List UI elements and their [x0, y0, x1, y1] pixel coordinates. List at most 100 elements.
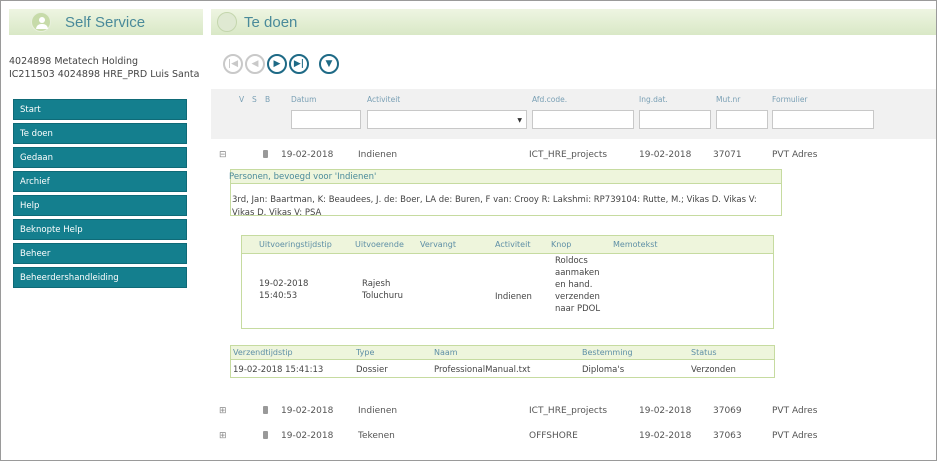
- history-panel: Uitvoeringstijdstip Uitvoerende Vervangt…: [241, 235, 774, 329]
- cell-datum: 19-02-2018: [281, 150, 334, 160]
- filter-formulier-input[interactable]: [772, 110, 874, 129]
- history-col-memotekst: Memotekst: [613, 240, 658, 249]
- history-knop-line: naar PDOL: [555, 304, 601, 314]
- dispatch-naam[interactable]: ProfessionalManual.txt: [434, 364, 530, 376]
- col-datum-header[interactable]: Datum: [291, 95, 316, 104]
- dispatch-type: Dossier: [356, 365, 388, 375]
- history-uitvoerende-last: Toluchuru: [362, 291, 404, 301]
- dispatch-col-type: Type: [356, 348, 375, 357]
- nav-item-te-doen[interactable]: Te doen: [13, 123, 187, 144]
- pager-toolbar: |◀ ◀ ▶ ▶| ▼: [223, 54, 339, 74]
- last-page-icon[interactable]: ▶|: [289, 54, 309, 74]
- dispatch-bestemming: Diploma's: [582, 365, 625, 375]
- history-col-tijdstip: Uitvoeringstijdstip: [259, 240, 332, 249]
- history-uitvoerende: Rajesh Toluchuru: [362, 278, 403, 302]
- col-v-header[interactable]: V: [239, 95, 244, 104]
- cell-mutnr: 37069: [713, 406, 742, 416]
- first-page-icon[interactable]: |◀: [223, 54, 243, 74]
- chevron-down-icon: ▼: [517, 117, 522, 124]
- previous-page-icon[interactable]: ◀: [245, 54, 265, 74]
- cell-formulier: PVT Adres: [772, 150, 818, 160]
- document-icon[interactable]: [263, 150, 268, 158]
- table-row[interactable]: ⊟ 19-02-2018 Indienen ICT_HRE_projects 1…: [211, 145, 936, 167]
- page-icon: [217, 12, 237, 32]
- cell-formulier: PVT Adres: [772, 431, 818, 441]
- history-knop-line: Roldocs: [555, 256, 588, 266]
- col-mutnr-header[interactable]: Mut.nr: [716, 95, 740, 104]
- filter-datum-input[interactable]: [291, 110, 361, 129]
- cell-mutnr: 37063: [713, 431, 742, 441]
- col-ingdat-header[interactable]: Ing.dat.: [639, 95, 668, 104]
- app-window: Self Service Te doen 4024898 Metatech Ho…: [0, 0, 937, 461]
- table-row[interactable]: ⊞ 19-02-2018 Indienen ICT_HRE_projects 1…: [211, 401, 936, 423]
- col-b-header[interactable]: B: [265, 95, 270, 104]
- cell-mutnr: 37071: [713, 150, 742, 160]
- user-info-line1: 4024898 Metatech Holding: [9, 56, 139, 67]
- history-knop-line: verzenden: [555, 292, 600, 302]
- table-row[interactable]: ⊞ 19-02-2018 Tekenen OFFSHORE 19-02-2018…: [211, 426, 936, 448]
- dispatch-col-tijdstip: Verzendtijdstip: [233, 348, 293, 357]
- dispatch-tijdstip: 19-02-2018 15:41:13: [233, 365, 324, 375]
- cell-afdcode: OFFSHORE: [529, 431, 578, 441]
- page-title: Te doen: [244, 13, 298, 31]
- filter-afdcode-input[interactable]: [532, 110, 634, 129]
- filter-icon[interactable]: ▼: [319, 54, 339, 74]
- nav-item-gedaan[interactable]: Gedaan: [13, 147, 187, 168]
- user-info: 4024898 Metatech Holding IC211503 402489…: [9, 55, 209, 81]
- history-date: 19-02-2018: [259, 279, 309, 289]
- cell-afdcode: ICT_HRE_projects: [529, 406, 608, 416]
- nav-item-beheerdershandleiding[interactable]: Beheerdershandleiding: [13, 267, 187, 288]
- col-activiteit-header[interactable]: Activiteit: [367, 95, 400, 104]
- dispatch-col-naam: Naam: [434, 348, 458, 357]
- cell-afdcode: ICT_HRE_projects: [529, 150, 608, 160]
- col-afdcode-header[interactable]: Afd.code.: [532, 95, 567, 104]
- cell-ingdat: 19-02-2018: [639, 406, 692, 416]
- col-formulier-header[interactable]: Formulier: [772, 95, 808, 104]
- cell-activiteit: Tekenen: [358, 431, 395, 441]
- cell-activiteit: Indienen: [358, 150, 398, 160]
- filter-mutnr-input[interactable]: [716, 110, 768, 129]
- cell-datum: 19-02-2018: [281, 431, 334, 441]
- expand-icon[interactable]: ⊞: [219, 431, 227, 441]
- history-col-vervangt: Vervangt: [420, 240, 456, 249]
- history-uitvoerende-first: Rajesh: [362, 279, 391, 289]
- permissions-text: 3rd, Jan: Baartman, K: Beaudees, J. de: …: [232, 195, 757, 218]
- cell-ingdat: 19-02-2018: [639, 150, 692, 160]
- cell-ingdat: 19-02-2018: [639, 431, 692, 441]
- app-title: Self Service: [65, 13, 146, 31]
- history-knop-line: aanmaken: [555, 268, 600, 278]
- document-icon[interactable]: [263, 431, 268, 439]
- history-activiteit: Indienen: [495, 292, 532, 302]
- history-knop: Roldocs aanmaken en hand. verzenden naar…: [555, 255, 600, 315]
- cell-activiteit: Indienen: [358, 406, 398, 416]
- history-col-knop: Knop: [551, 240, 572, 249]
- user-icon: [31, 12, 51, 32]
- app-header: Self Service: [9, 9, 203, 35]
- history-col-uitvoerende: Uitvoerende: [355, 240, 404, 249]
- expand-icon[interactable]: ⊞: [219, 406, 227, 416]
- permissions-title: Personen, bevoegd voor 'Indienen': [229, 172, 377, 182]
- nav-item-archief[interactable]: Archief: [13, 171, 187, 192]
- document-icon[interactable]: [263, 406, 268, 414]
- history-col-activiteit: Activiteit: [495, 240, 531, 249]
- filter-activiteit-select[interactable]: ▼: [367, 110, 527, 129]
- grid-header: V S B Datum Activiteit Afd.code. Ing.dat…: [211, 89, 936, 139]
- nav-item-start[interactable]: Start: [13, 99, 187, 120]
- collapse-icon[interactable]: ⊟: [219, 150, 227, 160]
- filter-ingdat-input[interactable]: [639, 110, 711, 129]
- cell-datum: 19-02-2018: [281, 406, 334, 416]
- sidebar-nav: Start Te doen Gedaan Archief Help Beknop…: [13, 99, 187, 291]
- nav-item-beknopte-help[interactable]: Beknopte Help: [13, 219, 187, 240]
- next-page-icon[interactable]: ▶: [267, 54, 287, 74]
- nav-item-beheer[interactable]: Beheer: [13, 243, 187, 264]
- history-knop-line: en hand.: [555, 280, 593, 290]
- history-tijdstip: 19-02-2018 15:40:53: [259, 278, 308, 302]
- user-info-line2: IC211503 4024898 HRE_PRD Luis Santa: [9, 69, 200, 80]
- page-header: Te doen: [211, 9, 936, 35]
- dispatch-status: Verzonden: [691, 365, 736, 375]
- nav-item-help[interactable]: Help: [13, 195, 187, 216]
- col-s-header[interactable]: S: [252, 95, 257, 104]
- cell-formulier: PVT Adres: [772, 406, 818, 416]
- dispatch-col-status: Status: [691, 348, 717, 357]
- dispatch-panel: Verzendtijdstip Type Naam Bestemming Sta…: [230, 345, 775, 378]
